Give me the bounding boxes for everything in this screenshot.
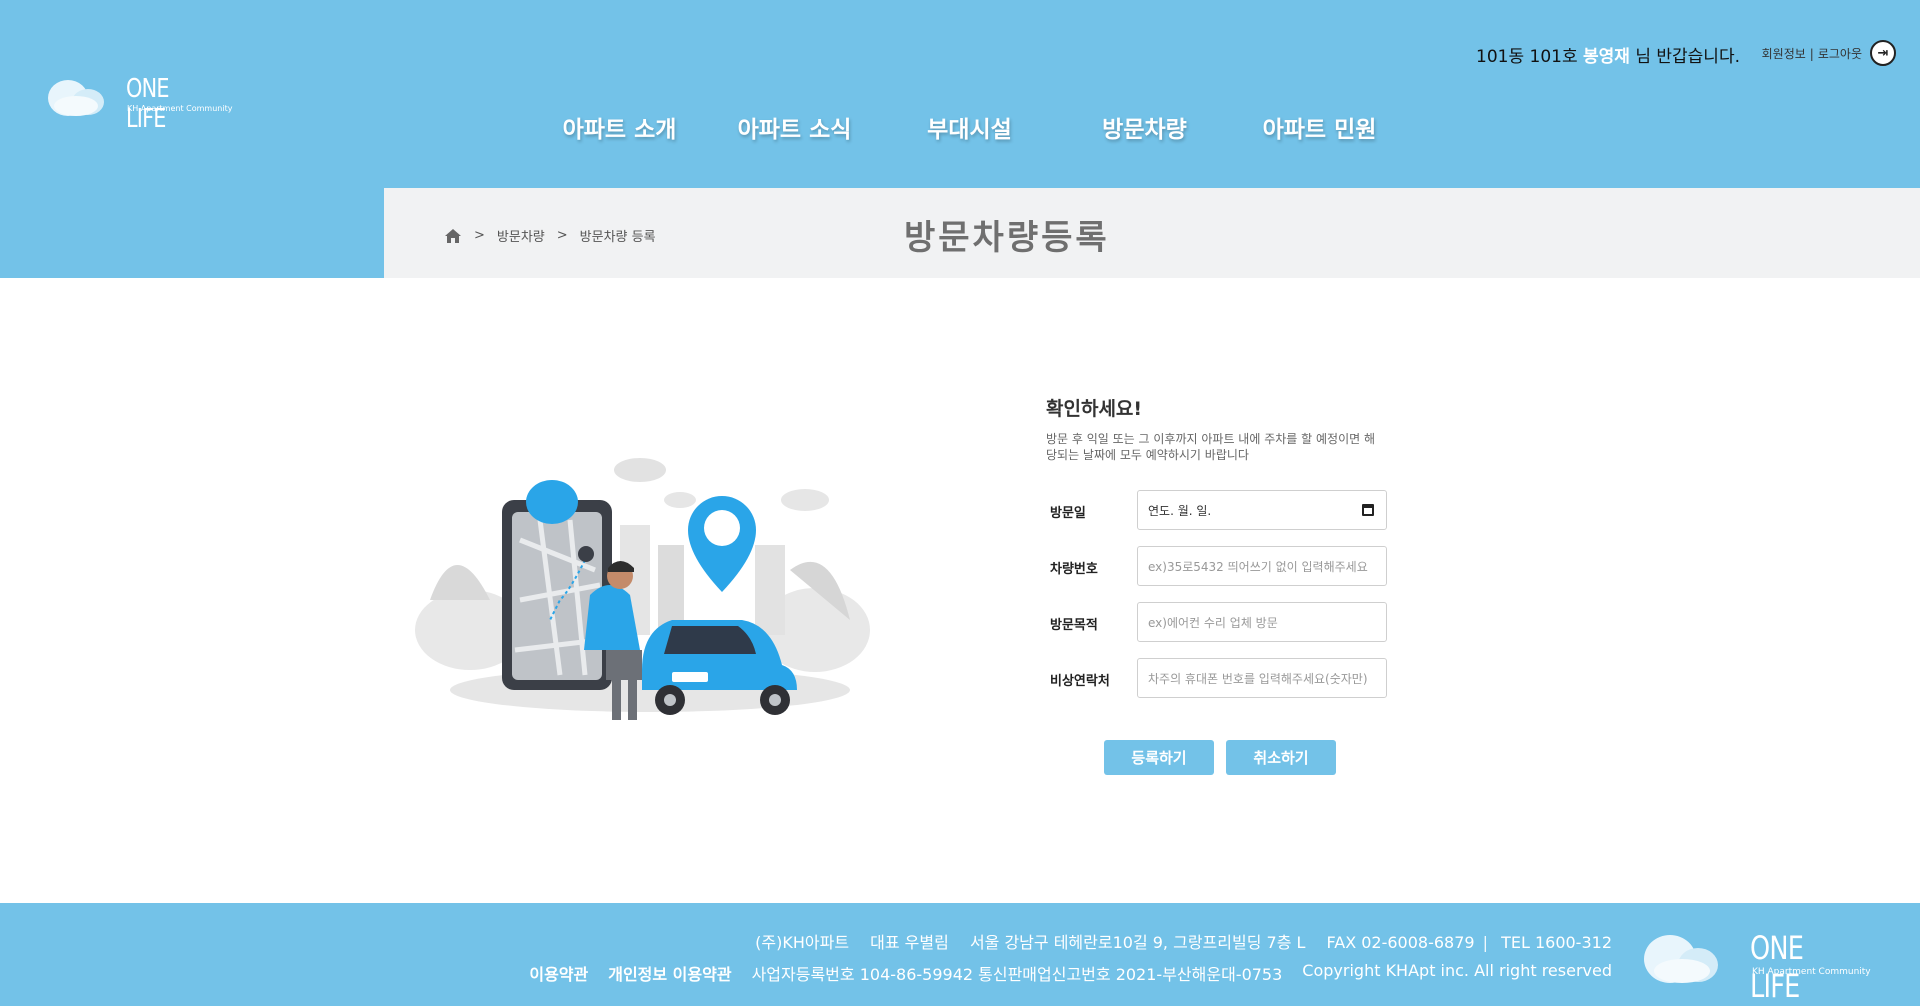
terms-link[interactable]: 이용약관 xyxy=(529,961,588,985)
footer-company: (주)KH아파트 xyxy=(755,933,850,952)
emergency-contact-label: 비상연락처 xyxy=(1050,674,1110,689)
visit-date-label: 방문일 xyxy=(1050,506,1086,521)
nav-apartment-news[interactable]: 아파트 소식 xyxy=(707,110,882,144)
visit-date-value: 연도. 월. 일. xyxy=(1148,503,1212,518)
page-title: 방문차량등록 xyxy=(904,218,1110,258)
breadcrumb-separator: > xyxy=(556,228,568,243)
visit-purpose-row: 방문목적 ex)에어컨 수리 업체 방문 xyxy=(1046,602,1387,642)
home-icon[interactable] xyxy=(444,228,462,244)
car-number-input[interactable]: ex)35로5432 띄어쓰기 없이 입력해주세요 xyxy=(1137,546,1387,586)
privacy-link[interactable]: 개인정보 이용약관 xyxy=(608,961,731,985)
breadcrumb-level2: 방문차량 등록 xyxy=(579,230,656,245)
breadcrumb-level1[interactable]: 방문차량 xyxy=(497,226,545,245)
nav-apartment-intro[interactable]: 아파트 소개 xyxy=(532,110,707,144)
visit-purpose-input[interactable]: ex)에어컨 수리 업체 방문 xyxy=(1137,602,1387,642)
main-nav: 아파트 소개 아파트 소식 부대시설 방문차량 아파트 민원 xyxy=(532,110,1407,144)
site-logo[interactable]: ONE LIFE KH Apartment Community xyxy=(44,70,232,134)
form-heading: 확인하세요! xyxy=(1046,398,1143,420)
logo-tagline: KH Apartment Community xyxy=(127,104,233,113)
member-info-link[interactable]: 회원정보 xyxy=(1762,47,1806,61)
cloud-logo-icon xyxy=(48,80,104,116)
user-links: 회원정보 | 로그아웃 xyxy=(1762,45,1862,62)
footer-copyright: Copyright KHApt inc. All right reserved xyxy=(1302,961,1612,980)
visitor-vehicle-form: 확인하세요! 방문 후 익일 또는 그 이후까지 아파트 내에 주차를 할 예정… xyxy=(1046,394,1387,775)
nav-complaints[interactable]: 아파트 민원 xyxy=(1232,110,1407,144)
greeting-unit: 101동 101호 xyxy=(1476,47,1584,67)
footer-tel: TEL 1600-312 xyxy=(1501,933,1612,952)
footer-logo-tagline: KH Apartment Community xyxy=(1752,967,1871,977)
nav-visitor-vehicle[interactable]: 방문차량 xyxy=(1057,110,1232,144)
register-button[interactable]: 등록하기 xyxy=(1104,740,1214,775)
sub-header-band: > 방문차량 > 방문차량 등록 방문차량등록 xyxy=(384,188,1920,278)
form-notice: 방문 후 익일 또는 그 이후까지 아파트 내에 주차를 할 예정이면 해당되는… xyxy=(1046,432,1376,462)
greeting-user-name: 봉영재 xyxy=(1583,47,1630,67)
footer: (주)KH아파트 대표 우별림 서울 강남구 테헤란로10길 9, 그랑프리빌딩… xyxy=(0,903,1920,1006)
logout-link[interactable]: 로그아웃 xyxy=(1818,47,1862,61)
footer-company-info: (주)KH아파트 대표 우별림 서울 강남구 테헤란로10길 9, 그랑프리빌딩… xyxy=(755,933,1612,952)
footer-logo: ONE LIFE KH Apartment Community xyxy=(1640,925,1880,1005)
car-number-row: 차량번호 ex)35로5432 띄어쓰기 없이 입력해주세요 xyxy=(1046,546,1387,586)
footer-ceo: 대표 우별림 xyxy=(870,933,949,952)
visit-purpose-label: 방문목적 xyxy=(1050,618,1098,633)
footer-legal: 이용약관 개인정보 이용약관 사업자등록번호 104-86-59942 통신판매… xyxy=(529,961,1612,985)
form-buttons: 등록하기 취소하기 xyxy=(1104,740,1336,775)
emergency-contact-row: 비상연락처 차주의 휴대폰 번호를 입력해주세요(숫자만) xyxy=(1046,658,1387,698)
header: ONE LIFE KH Apartment Community 101동 101… xyxy=(0,0,1920,278)
emergency-contact-input[interactable]: 차주의 휴대폰 번호를 입력해주세요(숫자만) xyxy=(1137,658,1387,698)
cancel-button[interactable]: 취소하기 xyxy=(1226,740,1336,775)
cloud-logo-icon xyxy=(1644,935,1718,983)
divider: | xyxy=(1809,47,1814,61)
footer-fax: FAX 02-6008-6879 xyxy=(1326,933,1475,952)
logout-icon[interactable]: ⇥ xyxy=(1870,40,1896,66)
footer-biz-no: 사업자등록번호 104-86-59942 통신판매업신고번호 2021-부산해운… xyxy=(751,965,1283,984)
visitor-car-illustration xyxy=(410,450,880,730)
visit-date-row: 방문일 연도. 월. 일. xyxy=(1046,490,1387,530)
greeting-suffix: 님 반갑습니다. xyxy=(1629,47,1740,67)
breadcrumb-separator: > xyxy=(474,228,485,243)
user-greeting: 101동 101호 봉영재 님 반갑습니다. xyxy=(1476,42,1740,67)
footer-address: 서울 강남구 테헤란로10길 9, 그랑프리빌딩 7층 L xyxy=(969,933,1306,952)
nav-facilities[interactable]: 부대시설 xyxy=(882,110,1057,144)
calendar-icon[interactable] xyxy=(1362,504,1374,516)
visit-date-input[interactable]: 연도. 월. 일. xyxy=(1137,490,1387,530)
breadcrumb: > 방문차량 > 방문차량 등록 xyxy=(444,226,656,245)
car-number-label: 차량번호 xyxy=(1050,562,1098,577)
